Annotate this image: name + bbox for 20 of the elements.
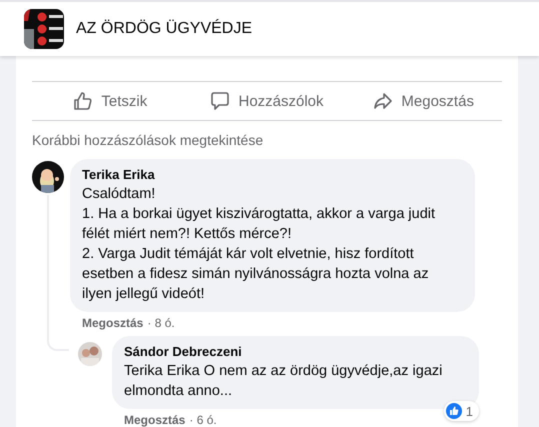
thumbs-up-icon: [446, 403, 462, 419]
share-arrow-icon: [373, 91, 394, 111]
thumbs-up-icon: [73, 91, 94, 111]
comment-author[interactable]: Sándor Debreczeni: [124, 344, 455, 359]
comment-time[interactable]: · 6 ó.: [189, 413, 217, 427]
comment-text: 1. Ha a borkai ügyet kiszivárogtatta, akkor a varga judit félét miért nem?! Kettős mérce?!: [82, 205, 436, 244]
comment-text: Csalódtam!: [82, 185, 156, 204]
like-count-badge[interactable]: 1: [444, 401, 479, 421]
comment-text: Terika Erika O nem az az ördög ügyvédje,az igazi elmondta anno...: [124, 362, 444, 401]
share-link[interactable]: Megosztás: [124, 413, 186, 427]
comment-time[interactable]: · 8 ó.: [147, 316, 175, 330]
view-more-link[interactable]: Korábbi hozzászólások megtekintése: [32, 132, 502, 148]
share-link[interactable]: Megosztás: [82, 316, 144, 330]
comment-text: 2. Varga Judit témáját kár volt elvetnie, hisz fordított esetben a fidesz simán nyilvánosságra hozta volna az ilyen jellegű videót!: [82, 245, 430, 304]
speech-bubble-icon: [210, 91, 230, 111]
comment-author[interactable]: Terika Erika: [82, 167, 451, 182]
share-button[interactable]: Megosztás: [345, 82, 502, 120]
like-button[interactable]: Tetszik: [32, 82, 189, 120]
page-title[interactable]: AZ ÖRDÖG ÜGYVÉDJE: [76, 20, 252, 38]
comment-button[interactable]: Hozzászólok: [188, 82, 346, 120]
